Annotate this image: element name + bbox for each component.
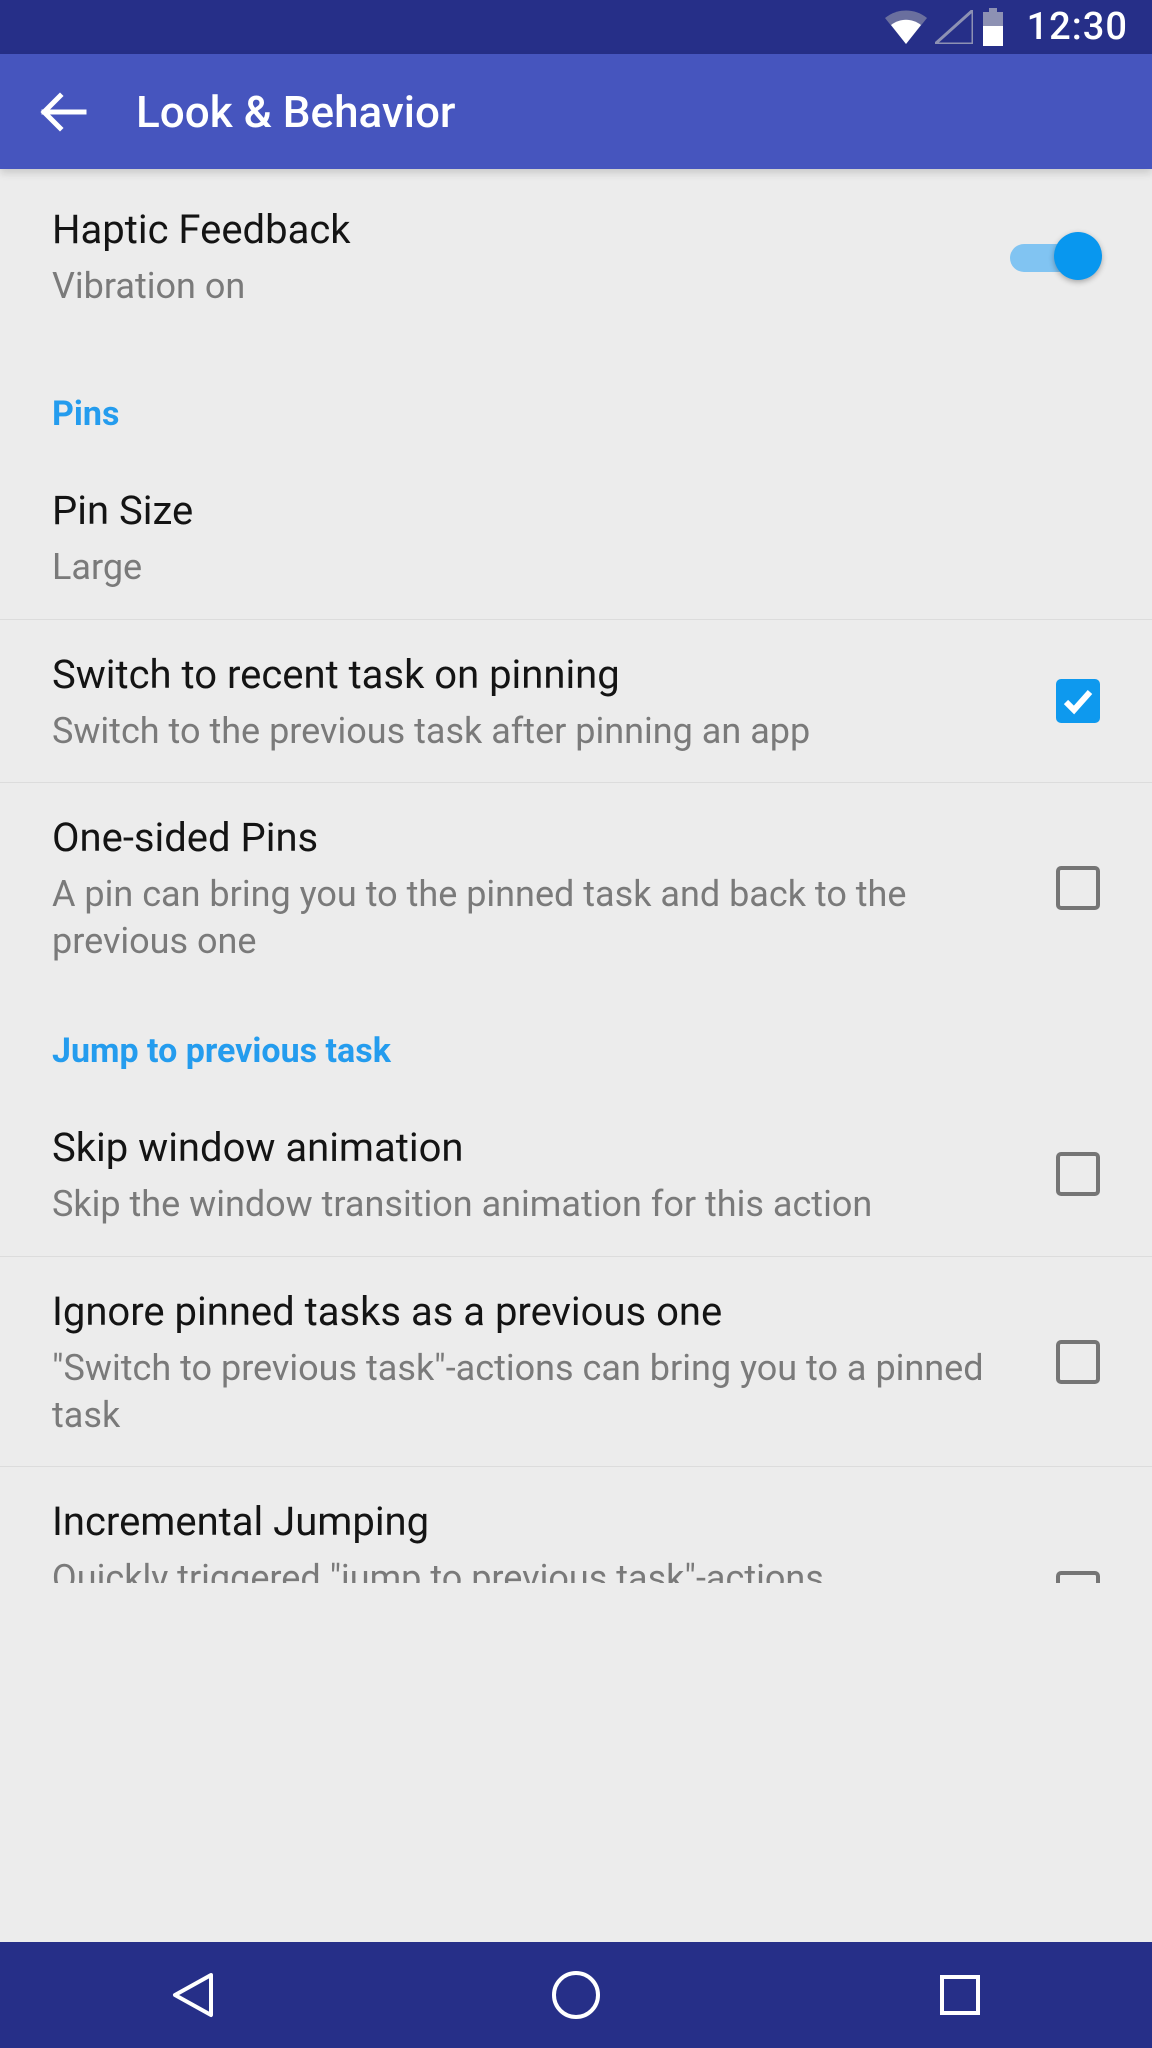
one-sided-checkbox[interactable] <box>1056 866 1100 910</box>
setting-title: Pin Size <box>52 484 1076 538</box>
setting-subtitle: "Switch to previous task"-actions can br… <box>52 1345 1032 1439</box>
setting-title: Incremental Jumping <box>52 1495 1032 1549</box>
nav-back-icon <box>169 1969 215 2021</box>
cell-signal-icon <box>935 10 973 44</box>
setting-subtitle: Vibration on <box>52 263 986 310</box>
setting-incremental-jumping[interactable]: Incremental Jumping Quickly triggered "j… <box>0 1467 1152 1583</box>
nav-recent-icon <box>938 1973 982 2017</box>
setting-one-sided-pins[interactable]: One-sided Pins A pin can bring you to th… <box>0 783 1152 993</box>
setting-subtitle: A pin can bring you to the pinned task a… <box>52 871 1032 965</box>
incremental-checkbox[interactable] <box>1056 1571 1100 1583</box>
setting-subtitle: Switch to the previous task after pinnin… <box>52 708 1032 755</box>
nav-home-icon <box>550 1969 602 2021</box>
haptic-switch[interactable] <box>1010 228 1100 284</box>
check-icon <box>1061 684 1095 718</box>
switch-thumb <box>1054 232 1102 280</box>
setting-title: Ignore pinned tasks as a previous one <box>52 1285 1032 1339</box>
status-time: 12:30 <box>1027 5 1128 49</box>
back-button[interactable] <box>36 86 88 138</box>
app-bar: Look & Behavior <box>0 54 1152 169</box>
setting-haptic-feedback[interactable]: Haptic Feedback Vibration on <box>0 169 1152 338</box>
nav-home-button[interactable] <box>541 1960 611 2030</box>
section-header-pins: Pins <box>0 338 1152 456</box>
setting-title: Haptic Feedback <box>52 203 986 257</box>
setting-skip-animation[interactable]: Skip window animation Skip the window tr… <box>0 1093 1152 1257</box>
ignore-pinned-checkbox[interactable] <box>1056 1340 1100 1384</box>
nav-recent-button[interactable] <box>925 1960 995 2030</box>
skip-animation-checkbox[interactable] <box>1056 1152 1100 1196</box>
setting-title: Switch to recent task on pinning <box>52 648 1032 702</box>
navigation-bar <box>0 1942 1152 2048</box>
arrow-back-icon <box>36 86 88 138</box>
section-header-jump: Jump to previous task <box>0 993 1152 1093</box>
status-bar: 12:30 <box>0 0 1152 54</box>
setting-subtitle: Skip the window transition animation for… <box>52 1181 1032 1228</box>
setting-switch-recent[interactable]: Switch to recent task on pinning Switch … <box>0 620 1152 784</box>
wifi-icon <box>885 10 927 44</box>
setting-pin-size[interactable]: Pin Size Large <box>0 456 1152 620</box>
battery-icon <box>981 8 1005 46</box>
nav-back-button[interactable] <box>157 1960 227 2030</box>
setting-title: Skip window animation <box>52 1121 1032 1175</box>
setting-title: One-sided Pins <box>52 811 1032 865</box>
switch-recent-checkbox[interactable] <box>1056 679 1100 723</box>
setting-ignore-pinned[interactable]: Ignore pinned tasks as a previous one "S… <box>0 1257 1152 1468</box>
settings-list: Haptic Feedback Vibration on Pins Pin Si… <box>0 169 1152 1942</box>
page-title: Look & Behavior <box>136 86 455 138</box>
setting-subtitle: Quickly triggered "jump to previous task… <box>52 1555 1032 1583</box>
status-icons: 12:30 <box>885 5 1128 49</box>
setting-subtitle: Large <box>52 544 1076 591</box>
